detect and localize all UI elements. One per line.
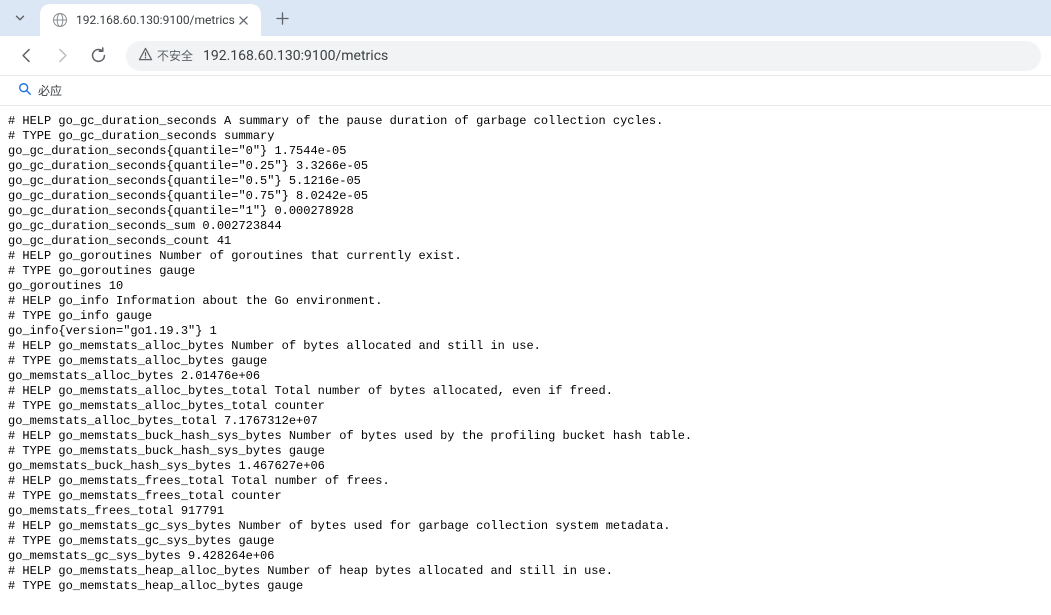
forward-button[interactable] (46, 40, 78, 72)
bookmarks-bar: 必应 (0, 76, 1051, 106)
bookmark-bing[interactable]: 必应 (12, 79, 68, 102)
tab-strip: 192.168.60.130:9100/metrics (0, 0, 1051, 36)
tab-close-button[interactable] (235, 11, 253, 29)
bookmark-label: 必应 (38, 82, 62, 99)
reload-button[interactable] (82, 40, 114, 72)
tab-title: 192.168.60.130:9100/metrics (76, 13, 235, 27)
new-tab-button[interactable] (269, 4, 297, 32)
browser-tab[interactable]: 192.168.60.130:9100/metrics (40, 4, 261, 36)
toolbar: 不安全 192.168.60.130:9100/metrics (0, 36, 1051, 76)
address-bar[interactable]: 不安全 192.168.60.130:9100/metrics (126, 41, 1041, 71)
security-chip[interactable]: 不安全 (138, 47, 193, 65)
search-icon (18, 82, 32, 99)
back-button[interactable] (10, 40, 42, 72)
warning-icon (138, 47, 153, 65)
metrics-content: # HELP go_gc_duration_seconds A summary … (0, 106, 1051, 602)
security-label: 不安全 (157, 47, 193, 64)
globe-icon (52, 12, 68, 28)
url-text: 192.168.60.130:9100/metrics (203, 48, 388, 64)
tab-search-caret[interactable] (6, 4, 34, 32)
